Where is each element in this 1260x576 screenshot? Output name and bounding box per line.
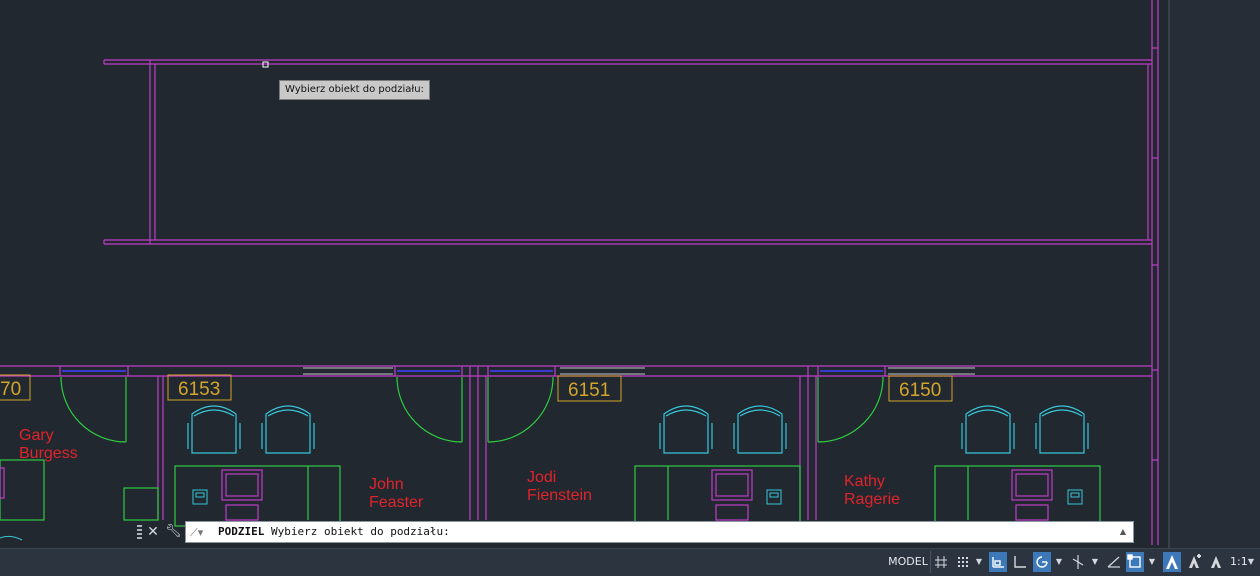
occupant-name: John <box>369 476 404 493</box>
room-number: 6153 <box>178 379 220 400</box>
scale-dropdown-icon[interactable]: ▼ <box>1246 552 1256 572</box>
occupant-name: Kathy <box>844 473 885 490</box>
room-number: 6151 <box>568 380 610 401</box>
ortho-icon[interactable] <box>1011 552 1029 572</box>
polar-tracking-icon[interactable] <box>1033 552 1051 572</box>
infer-constraints-icon[interactable] <box>989 552 1007 572</box>
isodraft-dropdown-icon[interactable]: ▼ <box>1090 552 1100 572</box>
dynamic-input-tooltip: Wybierz obiekt do podziału: <box>279 80 430 100</box>
chairs <box>187 405 1089 454</box>
drawing-canvas[interactable]: 70 6153 6151 6150 Gary Burgess John Feas… <box>0 0 1260 548</box>
snap-dropdown-icon[interactable]: ▼ <box>974 552 984 572</box>
drag-handle-icon[interactable] <box>137 525 142 539</box>
object-snap-tracking-icon[interactable] <box>1105 552 1123 572</box>
command-prompt: Wybierz obiekt do podziału: <box>270 525 450 538</box>
phones <box>192 489 1083 505</box>
occupant-name: Gary <box>19 427 54 444</box>
command-line: ✕ 🔧︎ ⟋▾ PODZIEL Wybierz obiekt do podzia… <box>134 520 1134 544</box>
model-space-button[interactable]: MODEL <box>886 551 931 573</box>
2d-object-snap-icon[interactable] <box>1126 552 1144 572</box>
status-bar: MODEL ▼ ▼ ▼ ▼ 1:1 ▼ <box>0 548 1260 576</box>
room-tags <box>0 374 953 402</box>
annotation-visibility-icon[interactable] <box>1163 552 1181 572</box>
recent-commands-icon[interactable]: ⟋▾ <box>190 525 214 540</box>
occupant-name: Ragerie <box>844 491 900 508</box>
command-history-icon[interactable]: ▲ <box>1117 524 1129 540</box>
selected-wall-object[interactable] <box>103 59 1152 245</box>
right-wall <box>1151 0 1159 545</box>
occupant-name: Burgess <box>19 445 78 462</box>
room-number: 70 <box>0 379 21 400</box>
autoscale-icon[interactable] <box>1185 552 1203 572</box>
occupant-name: Feaster <box>369 494 424 511</box>
command-name: PODZIEL <box>218 525 265 538</box>
occupant-name: Fienstein <box>527 487 592 504</box>
command-input[interactable]: ⟋▾ PODZIEL Wybierz obiekt do podziału: ▲ <box>185 521 1134 543</box>
grid-icon[interactable] <box>932 552 950 572</box>
command-prompt-text: PODZIEL Wybierz obiekt do podziału: <box>218 522 450 542</box>
osnap-dropdown-icon[interactable]: ▼ <box>1147 552 1157 572</box>
wrench-icon[interactable]: 🔧︎ <box>165 522 182 542</box>
isodraft-icon[interactable] <box>1069 552 1087 572</box>
room-number: 6150 <box>899 380 941 401</box>
occupant-name: Jodi <box>527 469 556 486</box>
viewport-edge <box>1168 0 1260 548</box>
close-icon[interactable]: ✕ <box>146 522 160 542</box>
annotation-scale-icon[interactable] <box>1207 552 1225 572</box>
polar-dropdown-icon[interactable]: ▼ <box>1054 552 1064 572</box>
snap-icon[interactable] <box>954 552 972 572</box>
